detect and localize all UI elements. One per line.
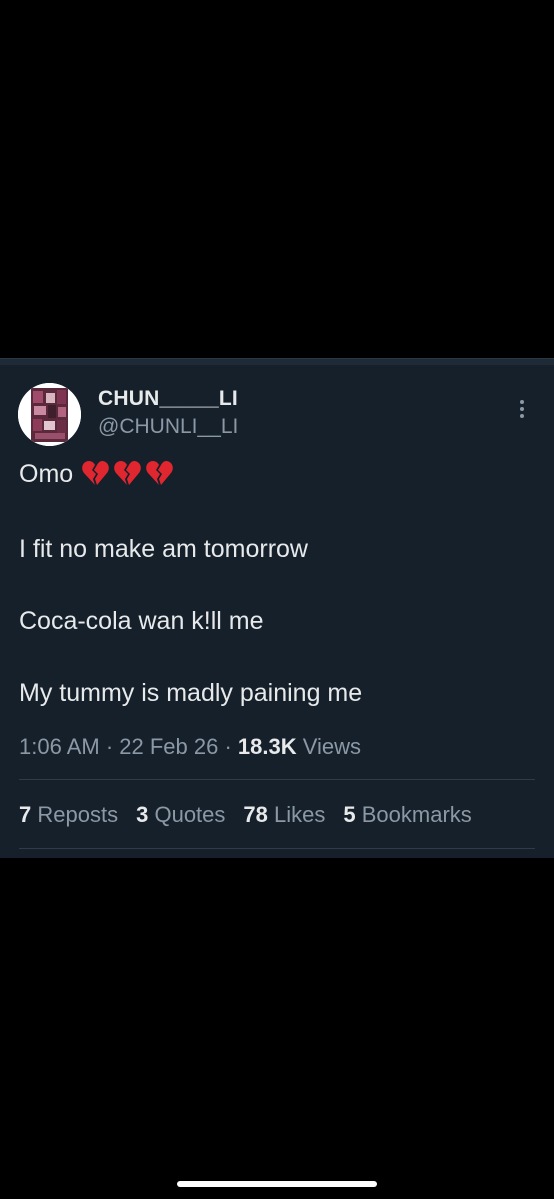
- meta-separator: ·: [218, 734, 238, 759]
- tweet-text-omo: Omo: [19, 460, 74, 488]
- views-count[interactable]: 18.3K: [238, 734, 297, 759]
- meta-separator: ·: [99, 734, 120, 759]
- likes-stat[interactable]: 78 Likes: [243, 802, 325, 828]
- reposts-stat[interactable]: 7 Reposts: [19, 802, 118, 828]
- broken-heart-icon: [82, 461, 110, 485]
- views-label[interactable]: Views: [303, 734, 361, 759]
- tweet-line-1: Omo: [19, 460, 174, 489]
- divider: [19, 779, 535, 780]
- tweet-date[interactable]: 22 Feb 26: [119, 734, 218, 759]
- divider: [19, 848, 535, 849]
- tweet-meta: 1:06 AM · 22 Feb 26 · 18.3K Views: [19, 734, 361, 760]
- quotes-count: 3: [136, 802, 149, 827]
- card-top-shade: [0, 359, 554, 365]
- home-indicator[interactable]: [177, 1181, 377, 1187]
- tweet-line-3: Coca-cola wan k!ll me: [19, 607, 264, 635]
- avatar-image: [18, 383, 81, 446]
- quotes-label: Quotes: [154, 802, 226, 827]
- bookmarks-label: Bookmarks: [361, 802, 472, 827]
- more-options-button[interactable]: [508, 395, 536, 423]
- more-dot: [520, 414, 524, 418]
- screenshot: CHUN_____LI @CHUNLI__LI Omo I fit no mak…: [0, 0, 554, 1199]
- bookmarks-count: 5: [343, 802, 356, 827]
- likes-label: Likes: [274, 802, 326, 827]
- reposts-label: Reposts: [37, 802, 119, 827]
- more-dot: [520, 407, 524, 411]
- broken-heart-icon: [114, 461, 142, 485]
- tweet-line-2: I fit no make am tomorrow: [19, 535, 308, 563]
- likes-count: 78: [243, 802, 268, 827]
- tweet-card: CHUN_____LI @CHUNLI__LI Omo I fit no mak…: [0, 358, 554, 858]
- user-handle[interactable]: @CHUNLI__LI: [98, 415, 238, 439]
- emoji-row: [81, 460, 174, 486]
- broken-heart-icon: [146, 461, 174, 485]
- avatar[interactable]: [18, 383, 81, 446]
- engagement-stats: 7 Reposts 3 Quotes 78 Likes 5 Bookmarks: [19, 802, 472, 828]
- display-name[interactable]: CHUN_____LI: [98, 387, 238, 411]
- tweet-time[interactable]: 1:06 AM: [19, 734, 100, 759]
- reposts-count: 7: [19, 802, 32, 827]
- tweet-line-4: My tummy is madly paining me: [19, 679, 363, 707]
- bookmarks-stat[interactable]: 5 Bookmarks: [343, 802, 471, 828]
- quotes-stat[interactable]: 3 Quotes: [136, 802, 225, 828]
- more-dot: [520, 400, 524, 404]
